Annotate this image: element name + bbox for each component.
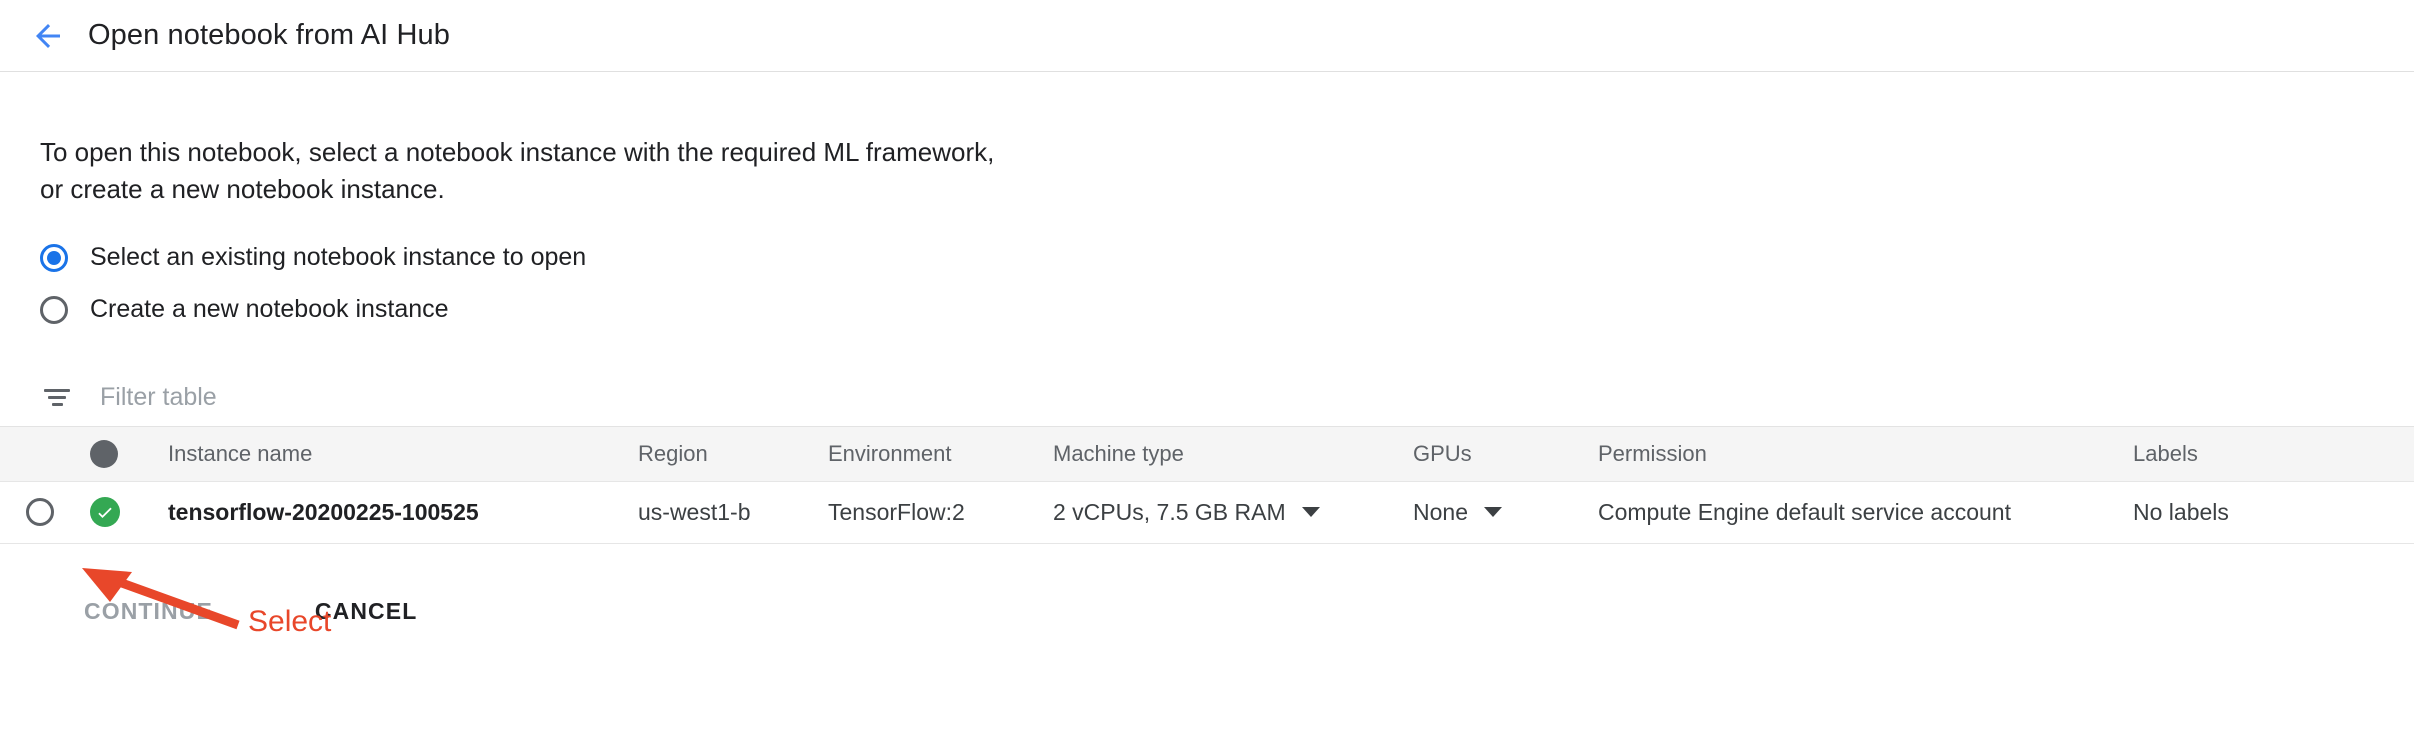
- radio-label-new: Create a new notebook instance: [90, 295, 449, 324]
- table-header-environment[interactable]: Environment: [828, 441, 1053, 467]
- row-region: us-west1-b: [638, 498, 751, 525]
- row-machine-type-cell[interactable]: 2 vCPUs, 7.5 GB RAM: [1053, 499, 1413, 526]
- back-button[interactable]: [18, 18, 78, 54]
- radio-option-existing-instance[interactable]: Select an existing notebook instance to …: [40, 234, 2414, 282]
- table-header-permission[interactable]: Permission: [1598, 441, 2133, 467]
- arrow-left-icon: [30, 18, 66, 54]
- row-select-cell: [0, 498, 90, 527]
- row-environment: TensorFlow:2: [828, 498, 965, 525]
- instances-table: Instance name Region Environment Machine…: [0, 425, 2414, 544]
- cancel-button[interactable]: CANCEL: [297, 588, 435, 635]
- row-permission: Compute Engine default service account: [1598, 498, 2011, 525]
- table-header-status: [90, 439, 168, 468]
- row-instance-name: tensorflow-20200225-100525: [168, 498, 479, 525]
- radio-indicator-new[interactable]: [40, 295, 68, 324]
- radio-label-existing: Select an existing notebook instance to …: [90, 243, 587, 272]
- row-machine-type: 2 vCPUs, 7.5 GB RAM: [1053, 498, 1286, 525]
- row-select-radio[interactable]: [26, 498, 54, 527]
- table-header-gpus[interactable]: GPUs: [1413, 441, 1598, 467]
- filter-bar: [40, 370, 2414, 426]
- page-title: Open notebook from AI Hub: [88, 19, 450, 51]
- row-status-cell: [90, 497, 168, 528]
- continue-button[interactable]: CONTINUE: [66, 588, 231, 635]
- radio-dot: [47, 250, 61, 265]
- radio-indicator-existing[interactable]: [40, 243, 68, 272]
- circle-icon: [90, 439, 118, 468]
- radio-option-new-instance[interactable]: Create a new notebook instance: [40, 286, 2414, 334]
- table-header-machine-type[interactable]: Machine type: [1053, 441, 1413, 467]
- table-header-labels[interactable]: Labels: [2133, 441, 2393, 467]
- filter-list-icon[interactable]: [40, 389, 74, 407]
- chevron-down-icon[interactable]: [1483, 507, 1502, 518]
- table-row[interactable]: tensorflow-20200225-100525 us-west1-b Te…: [0, 481, 2414, 544]
- table-header-row: Instance name Region Environment Machine…: [0, 425, 2414, 482]
- row-gpus: None: [1413, 498, 1468, 525]
- check-circle-icon: [90, 497, 120, 528]
- instance-mode-radio-group: Select an existing notebook instance to …: [40, 234, 2414, 334]
- main-content: To open this notebook, select a notebook…: [0, 134, 2414, 635]
- action-bar: CONTINUE CANCEL: [40, 588, 2414, 635]
- row-labels: No labels: [2133, 498, 2229, 525]
- app-header: Open notebook from AI Hub: [0, 0, 2414, 72]
- table-header-instance-name[interactable]: Instance name: [168, 441, 638, 467]
- chevron-down-icon[interactable]: [1301, 507, 1320, 518]
- filter-input[interactable]: [100, 383, 700, 413]
- table-header-region[interactable]: Region: [638, 441, 828, 467]
- intro-text: To open this notebook, select a notebook…: [40, 137, 995, 204]
- row-gpus-cell[interactable]: None: [1413, 499, 1598, 526]
